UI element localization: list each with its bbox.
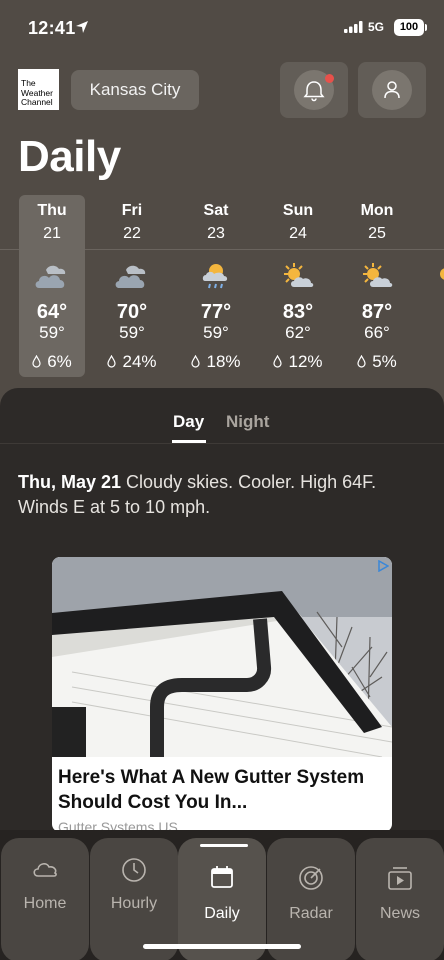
forecast-date: Thu, May 21 [18, 472, 122, 492]
tab-news[interactable]: News [356, 838, 444, 960]
precip-chance: 24% [99, 352, 165, 372]
day-date: 21 [43, 225, 61, 242]
partly-cloudy-icon [363, 263, 393, 287]
tab-daily[interactable]: Daily [178, 838, 266, 960]
calendar-icon [211, 866, 233, 888]
day-name: Sun [282, 202, 314, 219]
divider [0, 443, 444, 444]
tab-night[interactable]: Night [226, 412, 269, 432]
sun-icon [440, 268, 444, 280]
advertisement[interactable]: Here's What A New Gutter System Should C… [52, 557, 392, 832]
raindrop-icon [107, 354, 117, 368]
raindrop-icon [191, 354, 201, 368]
adchoices-icon[interactable] [377, 560, 389, 572]
status-time: 12:41 [28, 18, 76, 38]
forecast-narrative: Thu, May 21 Cloudy skies. Cooler. High 6… [18, 470, 428, 520]
raindrop-icon [32, 354, 41, 368]
day-card-next-partial[interactable] [420, 195, 444, 377]
tab-label: Radar [289, 905, 333, 922]
precip-chance: 6% [19, 352, 85, 372]
profile-button[interactable] [358, 62, 426, 118]
precip-chance: 18% [183, 352, 249, 372]
high-temp: 77° [200, 301, 232, 323]
tab-label: Hourly [110, 895, 158, 912]
day-date: 24 [289, 225, 307, 242]
battery-icon: 100 [394, 19, 427, 36]
notifications-button[interactable] [280, 62, 348, 118]
tab-label: News [379, 905, 420, 922]
high-temp: 87° [361, 301, 393, 323]
network-type: 5G [368, 20, 385, 34]
raindrop-icon [357, 354, 366, 368]
tab-home[interactable]: Home [1, 838, 89, 960]
video-icon [388, 867, 412, 890]
day-name: Mon [360, 202, 394, 219]
tab-label: Home [23, 895, 67, 912]
day-name: Fri [121, 202, 143, 219]
day-card-mon[interactable]: Mon 25 87° 66° 5% [344, 195, 410, 377]
day-card-thu[interactable]: Thu 21 64° 59° 6% [19, 195, 85, 377]
tab-hourly[interactable]: Hourly [90, 838, 178, 960]
day-date: 22 [123, 225, 141, 242]
high-temp: 70° [116, 301, 148, 323]
day-card-fri[interactable]: Fri 22 70° 59° 24% [99, 195, 165, 377]
raindrop-icon [273, 354, 283, 368]
ad-image [52, 557, 392, 757]
status-bar: 12:41 5G 100 [0, 0, 444, 58]
day-card-sat[interactable]: Sat 23 77° 59° 18% [183, 195, 249, 377]
radar-icon [299, 866, 323, 890]
clock-icon [122, 858, 146, 882]
precip-chance: 12% [265, 352, 331, 372]
tab-label: Daily [204, 905, 240, 922]
low-temp: 59° [203, 323, 229, 342]
cloud-icon [33, 863, 57, 877]
cloudy-icon [35, 265, 66, 288]
ad-headline[interactable]: Here's What A New Gutter System Should C… [58, 765, 388, 815]
partly-cloudy-icon [284, 263, 314, 287]
tab-radar[interactable]: Radar [267, 838, 355, 960]
day-date: 23 [207, 225, 225, 242]
low-temp: 62° [285, 323, 311, 342]
location-arrow-icon [76, 21, 88, 33]
precip-chance: 5% [344, 352, 410, 372]
active-tab-indicator [200, 844, 248, 847]
low-temp: 59° [39, 323, 65, 342]
day-card-sun[interactable]: Sun 24 83° 62° 12% [265, 195, 331, 377]
day-date: 25 [368, 225, 386, 242]
signal-icon [344, 21, 363, 33]
weather-channel-logo[interactable]: The Weather Channel [18, 69, 59, 110]
low-temp: 59° [119, 323, 145, 342]
low-temp: 66° [364, 323, 390, 342]
page-title: Daily [18, 132, 121, 181]
daily-forecast-strip: Thu 21 64° 59° 6% Fri 22 70° 59° 24% Sat… [0, 195, 444, 380]
high-temp: 64° [36, 301, 68, 323]
day-name: Thu [37, 202, 67, 219]
cloudy-icon [115, 265, 146, 288]
home-indicator[interactable] [143, 944, 301, 949]
sun-cloud-rain-icon [202, 264, 228, 289]
location-button[interactable]: Kansas City [71, 70, 199, 110]
tab-day[interactable]: Day [173, 412, 204, 432]
person-icon [384, 81, 400, 99]
high-temp: 83° [282, 301, 314, 323]
bottom-tab-bar: Home Hourly Daily Radar News [0, 830, 444, 960]
day-name: Sat [203, 202, 229, 219]
notification-dot [325, 74, 334, 83]
